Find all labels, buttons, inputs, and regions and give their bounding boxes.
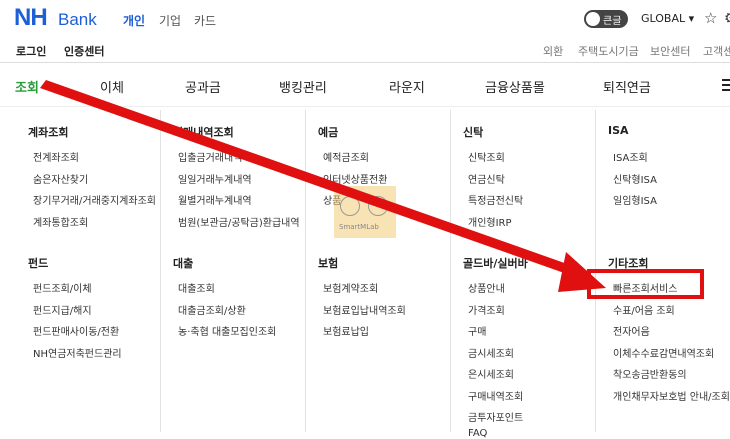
annotation-arrow — [40, 80, 606, 292]
